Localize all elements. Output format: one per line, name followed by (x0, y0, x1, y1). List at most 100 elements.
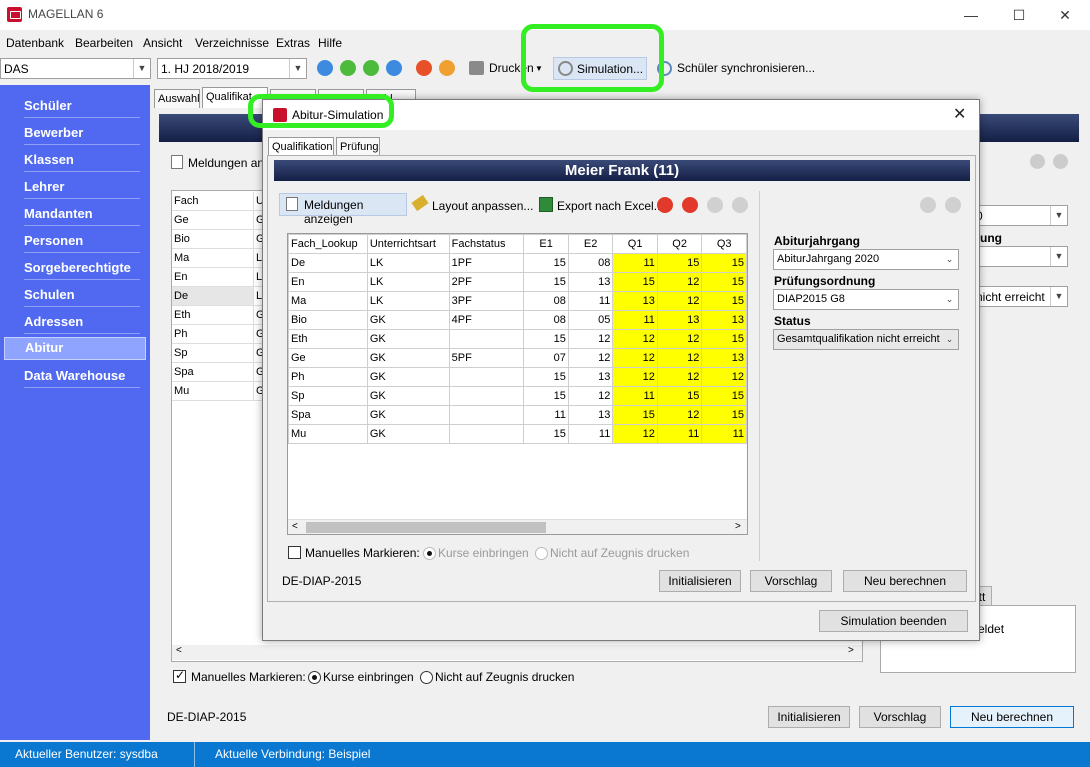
table-row[interactable]: Eth GK 15 12 12 12 15 (288, 329, 747, 349)
table-cell[interactable]: 3PF (448, 291, 525, 311)
sidebar-item-data-warehouse[interactable]: Data Warehouse (24, 368, 140, 388)
table-cell[interactable]: 2PF (448, 272, 525, 292)
background-not-on-report-radio[interactable] (420, 671, 433, 684)
table-cell[interactable]: 15 (656, 253, 703, 273)
table-cell[interactable]: 12 (656, 405, 703, 425)
table-cell[interactable]: 12 (612, 367, 658, 387)
nav-last-icon[interactable] (386, 60, 402, 76)
confirm-icon[interactable] (707, 197, 723, 213)
table-cell[interactable]: 15 (612, 272, 658, 292)
sidebar-item-personen[interactable]: Personen (24, 233, 140, 253)
sidebar-item-schulen[interactable]: Schulen (24, 287, 140, 307)
table-cell[interactable]: 15 (612, 405, 658, 425)
scroll-left-icon[interactable]: < (292, 521, 298, 532)
table-row[interactable]: Sp GK 15 12 11 15 15 (288, 386, 747, 406)
table-cell[interactable]: 15 (701, 272, 747, 292)
abiturjahrgang-select[interactable]: AbiturJahrgang 2020 ⌄ (773, 249, 959, 270)
nav-first-icon[interactable] (317, 60, 333, 76)
not-on-report-radio[interactable] (535, 547, 548, 560)
table-cell[interactable]: En (288, 272, 368, 292)
propose-button[interactable]: Vorschlag (750, 570, 832, 592)
table-cell[interactable]: LK (366, 291, 450, 311)
menu-hilfe[interactable]: Hilfe (318, 36, 342, 50)
courses-radio[interactable] (423, 547, 436, 560)
table-cell[interactable]: 11 (701, 424, 747, 444)
background-hscrollbar[interactable]: < > (172, 645, 862, 660)
cancel-icon[interactable] (945, 197, 961, 213)
column-header[interactable]: Q1 (612, 234, 658, 254)
table-cell[interactable]: 11 (523, 405, 569, 425)
table-cell[interactable]: Eth (288, 329, 368, 349)
end-simulation-button[interactable]: Simulation beenden (819, 610, 968, 632)
table-cell[interactable]: 11 (567, 424, 614, 444)
table-cell[interactable]: GK (366, 329, 450, 349)
table-cell[interactable]: Spa (288, 405, 368, 425)
table-cell[interactable]: 15 (523, 367, 569, 387)
table-row[interactable]: Bio GK 4PF 08 05 11 13 13 (288, 310, 747, 330)
table-cell[interactable]: 15 (523, 424, 569, 444)
table-cell[interactable]: 15 (701, 405, 747, 425)
table-cell[interactable]: 12 (656, 348, 703, 368)
maximize-button[interactable]: ☐ (996, 0, 1042, 30)
export-excel-button[interactable]: Export nach Excel... (557, 199, 664, 213)
table-cell[interactable]: 15 (656, 386, 703, 406)
menu-bearbeiten[interactable]: Bearbeiten (75, 36, 133, 50)
table-cell[interactable]: 12 (567, 329, 614, 349)
nav-previous-icon[interactable] (340, 60, 356, 76)
close-button[interactable]: ✕ (1042, 0, 1088, 30)
table-cell[interactable] (448, 405, 525, 425)
table-cell[interactable]: 11 (612, 310, 658, 330)
menu-verzeichnisse[interactable]: Verzeichnisse (195, 36, 269, 50)
table-cell[interactable]: 05 (567, 310, 614, 330)
table-cell[interactable]: 12 (567, 348, 614, 368)
table-cell[interactable]: 08 (523, 291, 569, 311)
column-header[interactable]: Fachstatus (448, 234, 525, 254)
status-select[interactable]: Gesamtqualifikation nicht erreicht ⌄ (773, 329, 959, 350)
table-cell[interactable]: GK (366, 386, 450, 406)
table-cell[interactable] (448, 424, 525, 444)
menu-extras[interactable]: Extras (276, 36, 310, 50)
table-row[interactable]: En LK 2PF 15 13 15 12 15 (288, 272, 747, 292)
background-grid-cell[interactable]: Sp (172, 344, 254, 363)
dialog-tab-pruefung[interactable]: Prüfung (336, 137, 380, 156)
table-row[interactable]: Ph GK 15 13 12 12 12 (288, 367, 747, 387)
menu-ansicht[interactable]: Ansicht (143, 36, 182, 50)
table-row[interactable]: Mu GK 15 11 12 11 11 (288, 424, 747, 444)
table-cell[interactable]: Mu (288, 424, 368, 444)
menu-datenbank[interactable]: Datenbank (6, 36, 64, 50)
column-header[interactable]: E2 (567, 234, 614, 254)
tab-auswahl[interactable]: Auswahl (154, 89, 200, 108)
remove-icon[interactable] (682, 197, 698, 213)
grades-grid[interactable]: Fach_Lookup Unterrichtsart Fachstatus E1… (287, 233, 748, 535)
table-cell[interactable]: Ge (288, 348, 368, 368)
delete-record-icon[interactable] (416, 60, 432, 76)
background-initialize-button[interactable]: Initialisieren (768, 706, 850, 728)
table-cell[interactable]: 13 (612, 291, 658, 311)
table-cell[interactable]: 15 (523, 272, 569, 292)
table-cell[interactable]: 15 (701, 386, 747, 406)
table-row[interactable]: Ma LK 3PF 08 11 13 12 15 (288, 291, 747, 311)
table-cell[interactable]: 15 (523, 329, 569, 349)
nav-next-icon[interactable] (363, 60, 379, 76)
table-cell[interactable]: GK (366, 405, 450, 425)
sidebar-item-abitur[interactable]: Abitur (4, 337, 146, 360)
table-cell[interactable]: 13 (701, 310, 747, 330)
table-cell[interactable]: 11 (612, 253, 658, 273)
sync-students-button[interactable]: Schüler synchronisieren... (677, 61, 815, 75)
column-header[interactable]: Q2 (656, 234, 703, 254)
table-cell[interactable]: 15 (701, 329, 747, 349)
table-cell[interactable]: 15 (523, 253, 569, 273)
add-icon[interactable] (657, 197, 673, 213)
grid-hscrollbar[interactable]: < > (288, 519, 747, 534)
background-manual-mark-checkbox[interactable]: ✓ (173, 668, 186, 683)
background-grid-cell[interactable]: Ge (172, 211, 254, 230)
pruefungsordnung-select[interactable]: DIAP2015 G8 ⌄ (773, 289, 959, 310)
sidebar-item-mandanten[interactable]: Mandanten (24, 206, 140, 226)
dialog-close-button[interactable]: ✕ (953, 104, 966, 124)
background-grid-cell[interactable]: Eth (172, 306, 254, 325)
background-grid-cell[interactable]: Spa (172, 363, 254, 382)
table-cell[interactable]: 12 (656, 329, 703, 349)
scroll-right-icon[interactable]: > (735, 521, 741, 532)
table-cell[interactable]: 07 (523, 348, 569, 368)
table-cell[interactable]: 08 (567, 253, 614, 273)
